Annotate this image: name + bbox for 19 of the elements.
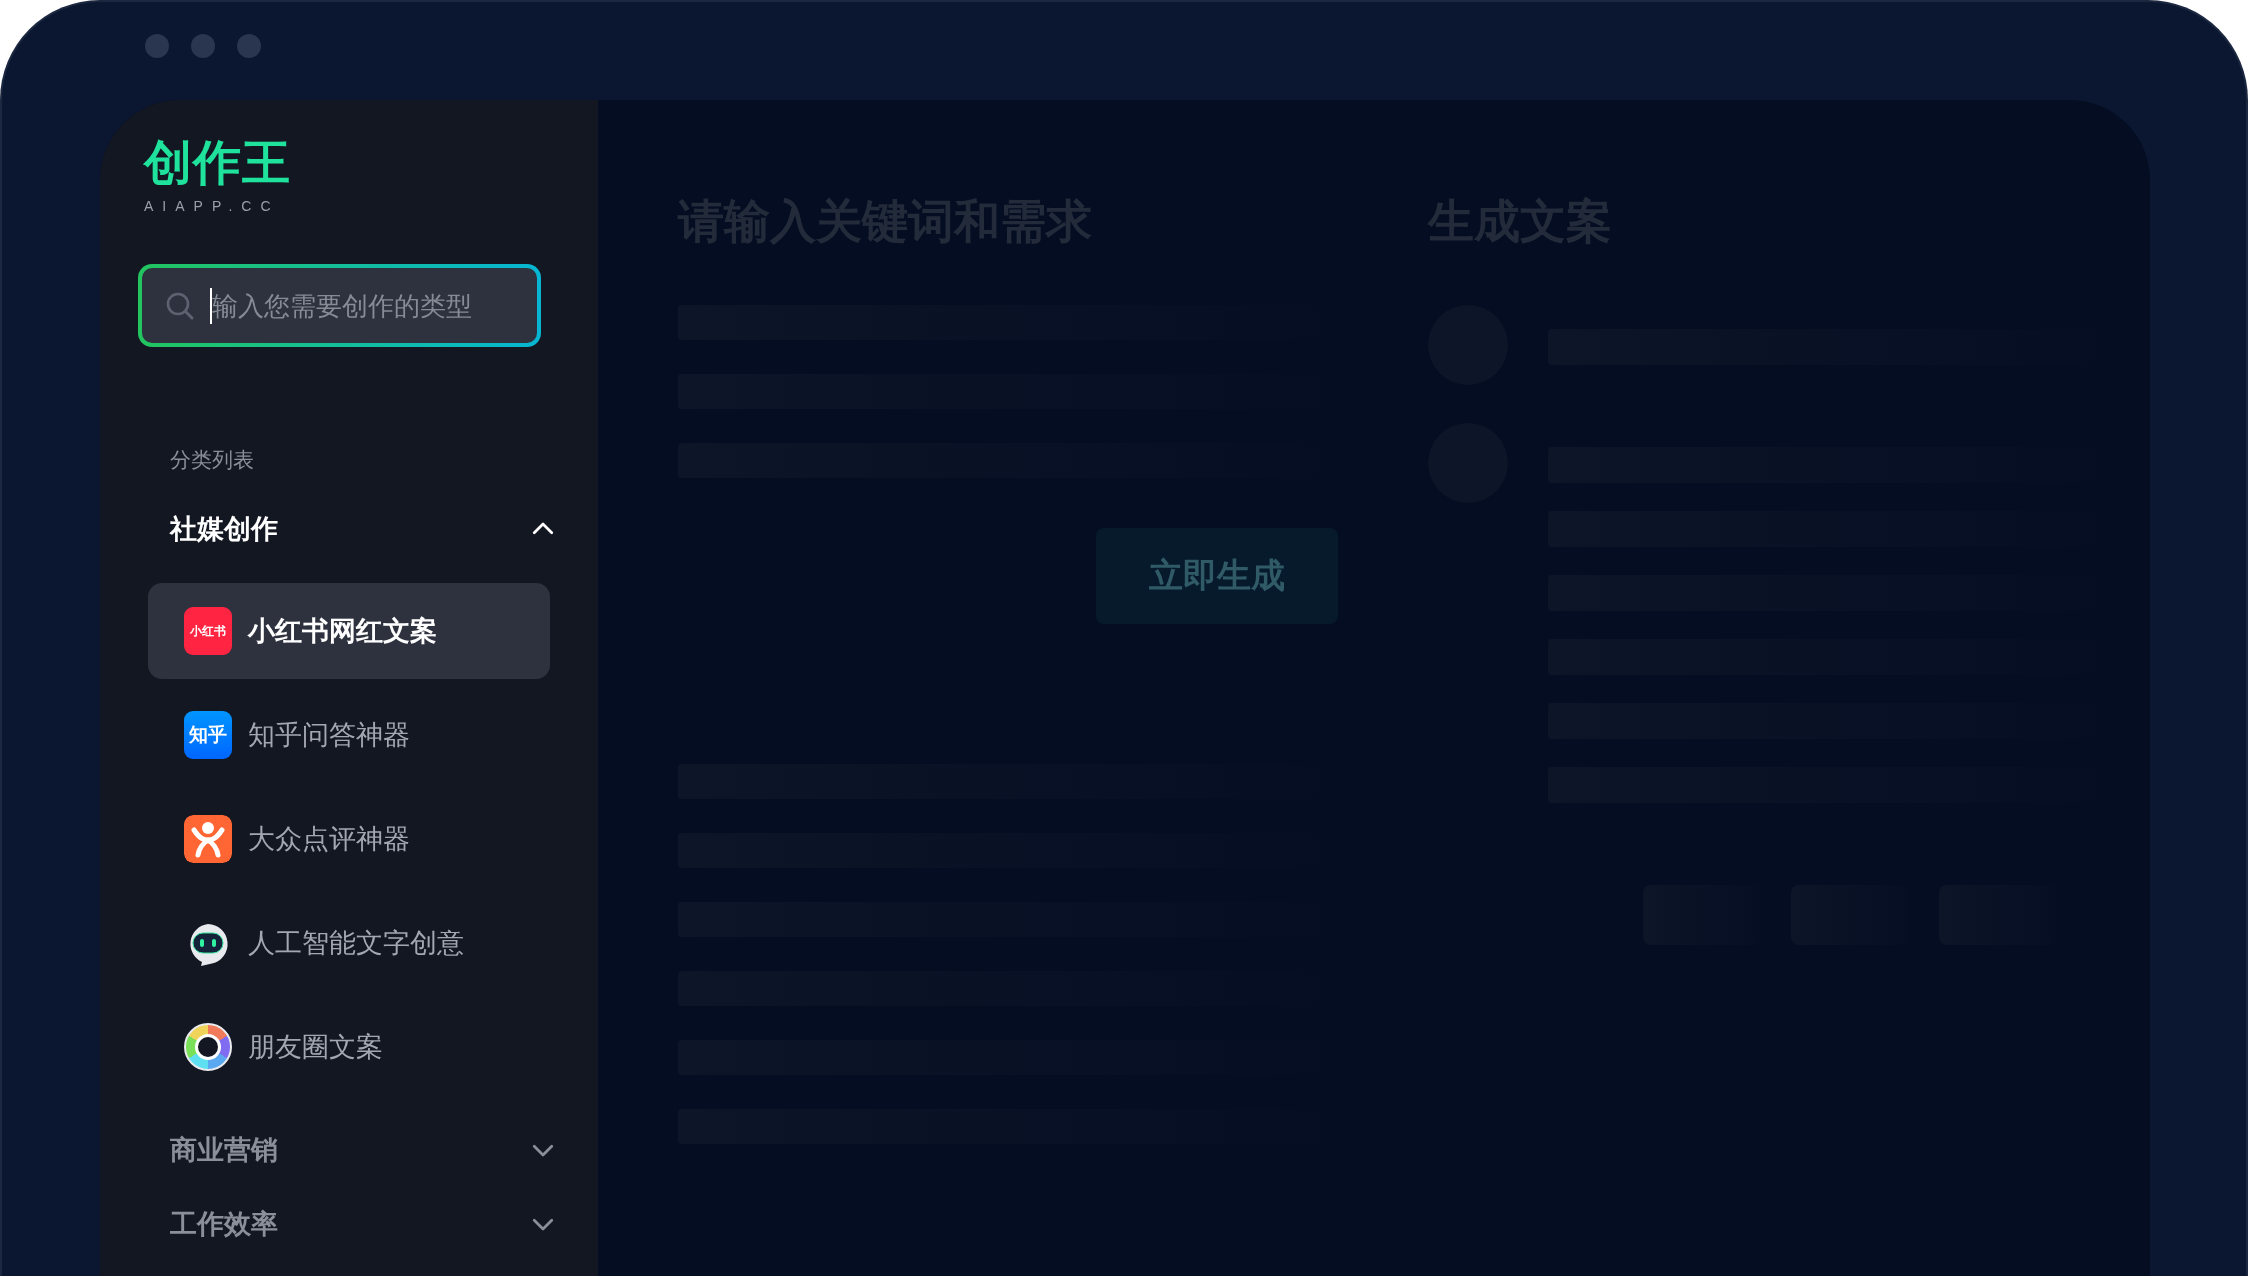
sidebar-item[interactable]: 小红书 小红书网红文案 (148, 583, 550, 679)
category-header[interactable]: 工作效率 (170, 1202, 558, 1246)
sidebar-item[interactable]: 大众点评神器 (148, 791, 550, 887)
search-field[interactable]: 输入您需要创作的类型 (138, 264, 541, 347)
aperture-icon (184, 1023, 232, 1071)
category-header[interactable]: 商业营销 (170, 1128, 558, 1172)
sidebar-item[interactable]: 朋友圈文案 (148, 999, 550, 1095)
sidebar-item[interactable]: 人工智能文字创意 (148, 895, 550, 991)
app-icon: 知乎 (184, 711, 232, 759)
app-icon: 小红书 (184, 607, 232, 655)
logo-domain: AIAPP.CC (144, 198, 280, 214)
window-dot-icon (237, 34, 261, 58)
window-dot-icon (145, 34, 169, 58)
category-header[interactable]: 社媒创作 (170, 507, 558, 551)
sidebar-item[interactable]: 知乎 知乎问答神器 (148, 687, 550, 783)
section-heading: 分类列表 (170, 447, 254, 474)
logo-wordmark: 创作王 (144, 138, 291, 186)
person-icon (184, 815, 232, 863)
window-dot-icon (191, 34, 215, 58)
